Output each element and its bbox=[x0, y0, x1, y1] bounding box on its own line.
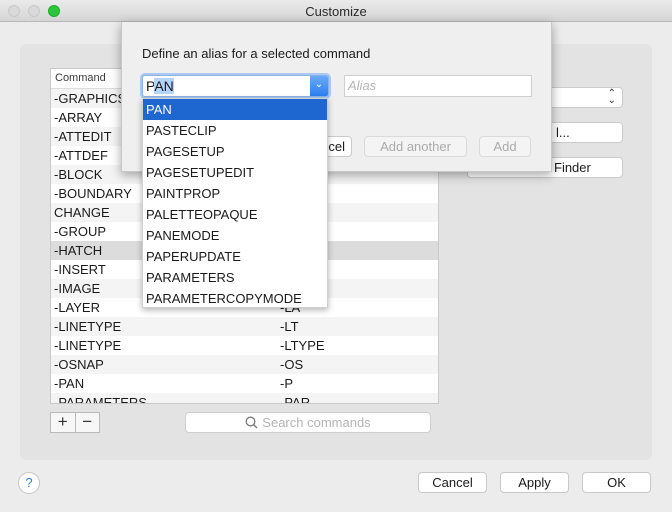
command-dropdown-list[interactable]: PAN PASTECLIP PAGESETUP PAGESETUPEDIT PAINTP… bbox=[142, 98, 328, 308]
dropdown-option[interactable]: PALETTEOPAQUE bbox=[143, 204, 327, 225]
command-cell: -OSNAP bbox=[54, 357, 104, 372]
table-row[interactable]: -LINETYPE -LTYPE bbox=[51, 336, 438, 355]
command-cell: -ARRAY bbox=[54, 110, 103, 125]
command-combo-box[interactable]: PAN ⌄ bbox=[142, 75, 329, 97]
command-cell: CHANGE bbox=[54, 205, 110, 220]
cancel-button[interactable]: Cancel bbox=[418, 472, 487, 493]
alias-cell: -PAR bbox=[280, 395, 311, 404]
dropdown-option[interactable]: PAINTPROP bbox=[143, 183, 327, 204]
search-commands-input[interactable]: Search commands bbox=[185, 412, 431, 433]
search-placeholder: Search commands bbox=[262, 415, 371, 430]
table-row[interactable]: -PAN -P bbox=[51, 374, 438, 393]
command-cell: -ATTEDIT bbox=[54, 129, 112, 144]
title-bar: Customize bbox=[0, 0, 672, 22]
remove-alias-button[interactable]: − bbox=[76, 413, 100, 432]
dropdown-option[interactable]: PASTECLIP bbox=[143, 120, 327, 141]
add-another-button[interactable]: Add another bbox=[364, 136, 467, 157]
table-row[interactable]: -OSNAP -OS bbox=[51, 355, 438, 374]
chevron-down-icon[interactable]: ⌄ bbox=[310, 76, 328, 96]
dropdown-option[interactable]: PARAMETERCOPYMODE bbox=[143, 288, 327, 309]
dropdown-option[interactable]: PAGESETUP bbox=[143, 141, 327, 162]
command-cell: -LAYER bbox=[54, 300, 100, 315]
updown-arrows-icon: ⌃ ⌄ bbox=[607, 88, 616, 106]
apply-button[interactable]: Apply bbox=[500, 472, 569, 493]
combo-text[interactable]: PAN bbox=[146, 78, 174, 94]
command-cell: -LINETYPE bbox=[54, 338, 122, 353]
add-alias-button[interactable]: + bbox=[51, 413, 76, 432]
command-cell: -ATTDEF bbox=[54, 148, 108, 163]
command-cell: -GROUP bbox=[54, 224, 106, 239]
import-button-label: l... bbox=[556, 125, 570, 140]
alias-cell: -OS bbox=[280, 357, 304, 372]
command-cell: -INSERT bbox=[54, 262, 106, 277]
window-title: Customize bbox=[305, 4, 367, 19]
search-icon bbox=[245, 416, 258, 429]
ok-button[interactable]: OK bbox=[582, 472, 651, 493]
dropdown-option[interactable]: PARAMETERS bbox=[143, 267, 327, 288]
command-cell: -LINETYPE bbox=[54, 319, 122, 334]
alias-input[interactable]: Alias bbox=[344, 75, 532, 97]
alias-cell: -LTYPE bbox=[280, 338, 325, 353]
add-button[interactable]: Add bbox=[479, 136, 531, 157]
sheet-instruction: Define an alias for a selected command bbox=[142, 46, 371, 61]
table-row[interactable]: -PARAMETERS -PAR bbox=[51, 393, 438, 404]
command-cell: -BOUNDARY bbox=[54, 186, 132, 201]
command-cell: -BLOCK bbox=[54, 167, 103, 182]
alias-cell: -P bbox=[280, 376, 293, 391]
command-cell: -IMAGE bbox=[54, 281, 101, 296]
command-cell: -PARAMETERS bbox=[54, 395, 147, 404]
dropdown-option[interactable]: PAPERUPDATE bbox=[143, 246, 327, 267]
add-remove-control: + − bbox=[50, 412, 100, 433]
dropdown-option[interactable]: PANEMODE bbox=[143, 225, 327, 246]
dropdown-option[interactable]: PAGESETUPEDIT bbox=[143, 162, 327, 183]
command-cell: -PAN bbox=[54, 376, 85, 391]
table-row[interactable]: -LINETYPE -LT bbox=[51, 317, 438, 336]
alias-cell: -LT bbox=[280, 319, 299, 334]
dropdown-option[interactable]: PAN bbox=[143, 99, 327, 120]
finder-button-label: Finder bbox=[554, 160, 591, 175]
command-cell: -HATCH bbox=[54, 243, 103, 258]
help-button[interactable]: ? bbox=[18, 472, 40, 494]
